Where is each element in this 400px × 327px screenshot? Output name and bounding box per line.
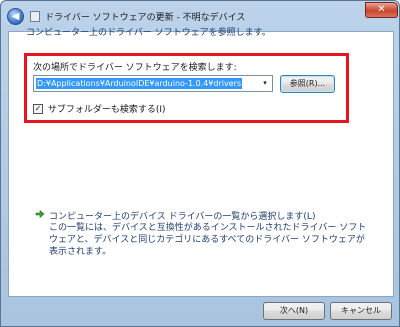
close-button[interactable]: ✕ — [365, 2, 398, 18]
pick-from-list-description: この一覧には、デバイスと互換性があるインストールされたドライバー ソフトウェアと… — [49, 223, 367, 257]
close-icon: ✕ — [377, 4, 386, 15]
browse-button[interactable]: 参照(R)... — [280, 75, 335, 93]
pick-from-list-title[interactable]: コンピューター上のデバイス ドライバーの一覧から選択します(L) — [49, 209, 315, 222]
dropdown-arrow-icon[interactable]: ▾ — [259, 77, 271, 90]
device-icon — [30, 11, 40, 22]
green-arrow-icon — [35, 209, 45, 219]
include-subfolders-option[interactable]: ✓ サブフォルダーも検索する(I) — [33, 102, 166, 115]
window-title: ドライバー ソフトウェアの更新 - 不明なデバイス — [45, 13, 246, 23]
driver-path-combobox[interactable]: D:¥Applications¥ArduinoIDE¥arduino-1.0.4… — [33, 75, 273, 92]
back-arrow-icon: ◀ — [11, 11, 20, 22]
search-location-label: 次の場所でドライバー ソフトウェアを検索します: — [33, 63, 237, 73]
page-instruction: コンピューター上のドライバー ソフトウェアを参照します。 — [26, 28, 271, 38]
driver-update-window: ◀ ドライバー ソフトウェアの更新 - 不明なデバイス ✕ コンピューター上のド… — [0, 0, 400, 327]
next-button[interactable]: 次へ(N) — [263, 302, 325, 320]
include-subfolders-checkbox[interactable]: ✓ — [33, 103, 43, 114]
back-button[interactable]: ◀ — [7, 8, 24, 25]
include-subfolders-label[interactable]: サブフォルダーも検索する(I) — [48, 105, 166, 115]
cancel-button[interactable]: キャンセル — [330, 302, 392, 320]
driver-path-value[interactable]: D:¥Applications¥ArduinoIDE¥arduino-1.0.4… — [36, 78, 243, 89]
